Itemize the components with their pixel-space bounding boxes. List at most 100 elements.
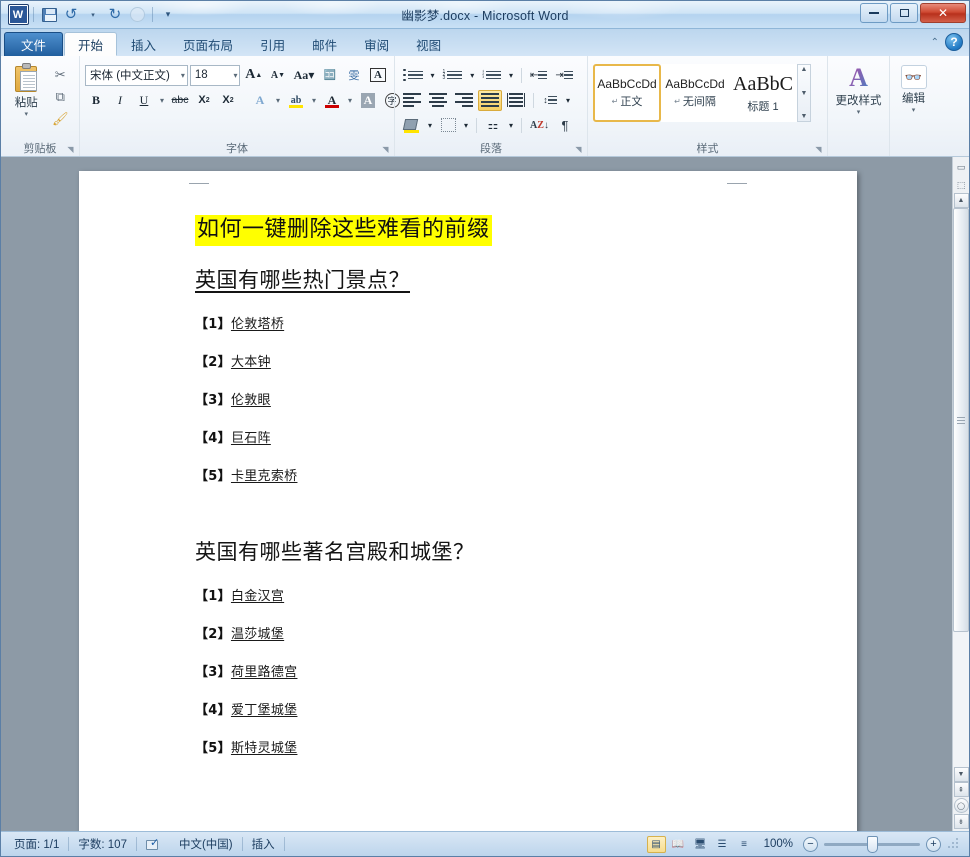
numbering-caret-icon[interactable]: ▾ xyxy=(467,65,477,86)
style-scroll-down-icon[interactable]: ▼ xyxy=(801,90,808,97)
paste-icon[interactable] xyxy=(12,63,40,93)
view-draft-button[interactable]: ≡ xyxy=(735,836,754,853)
zoom-track[interactable] xyxy=(824,835,920,853)
next-page-button[interactable]: ⇟ xyxy=(953,814,969,829)
zoom-slider[interactable]: − + xyxy=(803,835,941,853)
borders-caret-icon[interactable]: ▾ xyxy=(461,115,471,136)
multilevel-list-icon[interactable]: ¹²³ xyxy=(479,65,504,86)
list-item-text[interactable]: 荷里路德宫 xyxy=(231,665,298,680)
style-scroll-up-icon[interactable]: ▲ xyxy=(801,66,808,73)
editing-caret-icon[interactable]: ▾ xyxy=(912,107,916,114)
style-item-no-spacing[interactable]: AaBbCcDd ↵ 无间隔 xyxy=(661,64,729,122)
view-web-layout-button[interactable]: 🖥 xyxy=(691,836,710,853)
decrease-indent-icon[interactable]: ⇤ xyxy=(527,65,550,86)
vertical-scrollbar[interactable]: ▭ ⬚ ▲ ▼ ⇞ ◯ ⇟ xyxy=(952,157,969,831)
style-more-icon[interactable]: ▼ xyxy=(801,113,808,120)
restore-button[interactable] xyxy=(890,3,918,23)
list-item-text[interactable]: 伦敦塔桥 xyxy=(231,317,284,332)
superscript-button[interactable]: X2 xyxy=(217,90,239,111)
tab-insert[interactable]: 插入 xyxy=(118,33,169,56)
character-border-icon[interactable]: 雯 xyxy=(343,65,365,86)
list-item-text[interactable]: 斯特灵城堡 xyxy=(231,741,298,756)
phonetic-guide-icon[interactable]: 🈁 xyxy=(319,65,341,86)
tab-references[interactable]: 引用 xyxy=(247,33,298,56)
underline-dropdown-icon[interactable]: ▾ xyxy=(157,90,167,111)
style-gallery-scroll[interactable]: ▲ ▼ ▼ xyxy=(797,64,811,122)
view-print-layout-button[interactable]: ▤ xyxy=(646,835,666,853)
paste-dropdown-icon[interactable]: ▾ xyxy=(24,111,28,118)
scroll-thumb[interactable] xyxy=(953,208,969,632)
distribute-button[interactable] xyxy=(504,90,528,111)
style-item-heading-1[interactable]: AaBbC 标题 1 xyxy=(729,64,797,122)
previous-page-button[interactable]: ⇞ xyxy=(953,782,969,797)
borders-icon[interactable] xyxy=(437,115,459,136)
change-styles-button[interactable]: A 更改样式 ▾ xyxy=(833,61,884,137)
document-body[interactable]: 如何一键删除这些难看的前缀 英国有哪些热门景点？ 【1】伦敦塔桥 【2】大本钟 xyxy=(195,215,747,756)
font-color-icon[interactable]: A xyxy=(321,90,343,111)
copy-icon[interactable]: ⧉ xyxy=(49,86,71,107)
line-spacing-caret-icon[interactable]: ▾ xyxy=(563,90,573,111)
view-outline-button[interactable]: ☰ xyxy=(713,836,732,853)
list-item-text[interactable]: 白金汉宫 xyxy=(231,589,284,604)
font-size-caret-icon[interactable]: ▾ xyxy=(230,71,237,80)
tab-mailings[interactable]: 邮件 xyxy=(299,33,350,56)
status-page[interactable]: 页面: 1/1 xyxy=(5,835,68,854)
bullets-icon[interactable] xyxy=(400,65,426,86)
change-styles-caret-icon[interactable]: ▾ xyxy=(857,109,861,116)
font-color-caret-icon[interactable]: ▾ xyxy=(345,90,355,111)
list-item-text[interactable]: 卡里克索桥 xyxy=(231,469,298,484)
collapse-ribbon-icon[interactable]: ⌃ xyxy=(931,37,939,48)
close-button[interactable]: ✕ xyxy=(920,3,966,23)
change-case-icon[interactable]: Aa ▾ xyxy=(291,65,317,86)
subscript-button[interactable]: X2 xyxy=(193,90,215,111)
format-painter-icon[interactable]: 🖌 xyxy=(49,108,71,129)
font-size-combo[interactable]: 18 ▾ xyxy=(189,64,241,86)
styles-dialog-launcher-icon[interactable]: ◥ xyxy=(814,145,823,154)
align-center-button[interactable] xyxy=(426,90,450,111)
scroll-down-button[interactable]: ▼ xyxy=(953,767,969,782)
editing-button[interactable]: 👓 编辑 ▾ xyxy=(895,61,932,137)
zoom-thumb[interactable] xyxy=(867,835,878,853)
find-binoculars-icon[interactable]: 👓 xyxy=(900,65,927,89)
status-proofing[interactable] xyxy=(137,835,170,854)
justify-button[interactable] xyxy=(478,89,502,111)
cut-icon[interactable]: ✂ xyxy=(49,64,71,85)
scroll-up-button[interactable]: ▲ xyxy=(953,193,969,208)
list-item-text[interactable]: 伦敦眼 xyxy=(231,393,271,408)
bold-button[interactable]: B xyxy=(85,90,107,111)
font-dialog-launcher-icon[interactable]: ◥ xyxy=(381,145,390,154)
italic-button[interactable]: I xyxy=(109,90,131,111)
character-shading-icon[interactable]: A xyxy=(357,90,379,111)
tab-home[interactable]: 开始 xyxy=(64,32,118,56)
clear-formatting-icon[interactable]: A xyxy=(367,65,389,86)
underline-button[interactable]: U xyxy=(133,90,155,111)
increase-indent-icon[interactable]: ⇥ xyxy=(552,65,575,86)
view-full-screen-reading-button[interactable]: 📖 xyxy=(669,836,688,853)
asian-layout-icon[interactable]: ⚏ xyxy=(482,115,504,136)
zoom-out-button[interactable]: − xyxy=(803,836,818,852)
font-name-combo[interactable]: 宋体 (中文正文) ▾ xyxy=(85,64,188,86)
style-item-normal[interactable]: AaBbCcDd ↵ 正文 xyxy=(593,64,661,122)
document-scroll-region[interactable]: 如何一键删除这些难看的前缀 英国有哪些热门景点？ 【1】伦敦塔桥 【2】大本钟 xyxy=(1,157,952,831)
line-spacing-icon[interactable]: ↕ xyxy=(539,90,561,111)
select-browse-object-top-icon[interactable]: ⬚ xyxy=(954,177,969,193)
tab-file[interactable]: 文件 xyxy=(4,32,64,56)
grow-font-icon[interactable]: A ▲ xyxy=(242,65,265,86)
align-left-button[interactable] xyxy=(400,90,424,111)
text-effects-caret-icon[interactable]: ▾ xyxy=(273,90,283,111)
highlight-color-icon[interactable]: ab xyxy=(285,90,307,111)
tab-review[interactable]: 审阅 xyxy=(351,33,402,56)
zoom-level-label[interactable]: 100% xyxy=(757,838,800,850)
window-resize-grip[interactable] xyxy=(947,838,959,850)
list-item-text[interactable]: 温莎城堡 xyxy=(231,627,284,642)
font-name-caret-icon[interactable]: ▾ xyxy=(178,71,185,80)
paragraph-dialog-launcher-icon[interactable]: ◥ xyxy=(574,145,583,154)
list-item-text[interactable]: 爱丁堡城堡 xyxy=(231,703,298,718)
tab-page-layout[interactable]: 页面布局 xyxy=(170,33,246,56)
paste-label[interactable]: 粘贴 xyxy=(15,94,38,110)
text-effects-icon[interactable]: A xyxy=(249,90,271,111)
tab-view[interactable]: 视图 xyxy=(403,33,454,56)
list-item-text[interactable]: 大本钟 xyxy=(231,355,271,370)
document-page[interactable]: 如何一键删除这些难看的前缀 英国有哪些热门景点？ 【1】伦敦塔桥 【2】大本钟 xyxy=(79,171,857,831)
select-browse-object-button[interactable]: ◯ xyxy=(953,798,969,813)
